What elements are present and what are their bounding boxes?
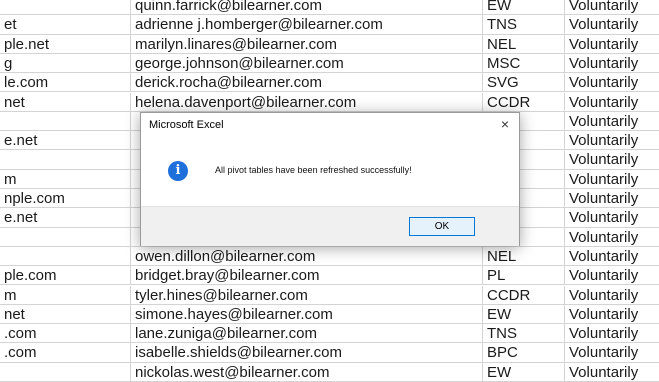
table-cell[interactable]: Voluntarily	[565, 324, 659, 343]
table-row: m tyler.hines@bilearner.com CCDR Voluntaril…	[0, 285, 659, 305]
table-row: le.com derick.rocha@bilearner.com SVG Volun…	[0, 73, 659, 93]
table-cell[interactable]: simone.hayes@bilearner.com	[131, 304, 483, 325]
table-cell[interactable]: EW	[483, 0, 565, 16]
table-cell[interactable]: nickolas.west@bilearner.com	[131, 362, 483, 382]
table-cell[interactable]: SVG	[483, 73, 565, 93]
table-cell[interactable]: Voluntarily	[565, 35, 659, 54]
table-cell[interactable]: Voluntarily	[565, 54, 659, 73]
table-cell[interactable]	[0, 111, 131, 132]
table-row: ple.com bridget.bray@bilearner.com PL Volun…	[0, 266, 659, 286]
table-cell[interactable]: helena.davenport@bilearner.com	[131, 92, 483, 112]
table-cell[interactable]: Voluntarily	[565, 208, 659, 227]
table-cell[interactable]: Voluntarily	[565, 150, 659, 169]
info-icon: i	[168, 161, 188, 181]
table-cell[interactable]: derick.rocha@bilearner.com	[131, 73, 483, 93]
table-cell[interactable]: Voluntarily	[565, 266, 659, 285]
dialog-title: Microsoft Excel	[149, 119, 224, 131]
table-cell[interactable]	[0, 362, 131, 382]
table-row: et adrienne j.homberger@bilearner.com TNS V…	[0, 15, 659, 35]
table-cell[interactable]: CCDR	[483, 92, 565, 112]
table-cell[interactable]: net	[0, 304, 131, 325]
table-cell[interactable]	[0, 150, 131, 170]
table-cell[interactable]: adrienne j.homberger@bilearner.com	[131, 15, 483, 35]
table-cell[interactable]: EW	[483, 304, 565, 325]
table-cell[interactable]: marilyn.linares@bilearner.com	[131, 34, 483, 54]
table-cell[interactable]: Voluntarily	[565, 286, 659, 305]
table-row: quinn.farrick@bilearner.com EW Voluntarily	[0, 0, 659, 16]
dialog-body: i All pivot tables have been refreshed s…	[141, 139, 519, 206]
ok-button[interactable]: OK	[409, 217, 475, 236]
table-cell[interactable]: e.net	[0, 208, 131, 228]
table-row: nickolas.west@bilearner.com EW Voluntarily	[0, 362, 659, 382]
table-cell[interactable]: Voluntarily	[565, 73, 659, 92]
table-cell[interactable]: .com	[0, 343, 131, 363]
table-cell[interactable]: TNS	[483, 324, 565, 344]
table-cell[interactable]: Voluntarily	[565, 112, 659, 131]
table-cell[interactable]: NEL	[483, 34, 565, 54]
table-cell[interactable]	[0, 0, 131, 16]
table-row: ple.net marilyn.linares@bilearner.com NEL V…	[0, 34, 659, 54]
table-cell[interactable]: e.net	[0, 131, 131, 151]
table-cell[interactable]: et	[0, 15, 131, 35]
table-cell[interactable]: ple.com	[0, 266, 131, 286]
table-cell[interactable]	[0, 227, 131, 247]
table-cell[interactable]: net	[0, 92, 131, 112]
table-cell[interactable]: Voluntarily	[565, 363, 659, 382]
table-cell[interactable]	[0, 246, 131, 267]
table-cell[interactable]: m	[0, 169, 131, 189]
table-row: net helena.davenport@bilearner.com CCDR Vol…	[0, 92, 659, 112]
table-cell[interactable]: TNS	[483, 15, 565, 35]
table-cell[interactable]: Voluntarily	[565, 131, 659, 150]
table-row: g george.johnson@bilearner.com MSC Voluntar…	[0, 53, 659, 74]
table-cell[interactable]: Voluntarily	[565, 170, 659, 189]
table-cell[interactable]: Voluntarily	[565, 247, 659, 266]
table-cell[interactable]: bridget.bray@bilearner.com	[131, 266, 483, 286]
table-cell[interactable]: Voluntarily	[565, 305, 659, 324]
table-cell[interactable]: m	[0, 285, 131, 305]
dialog-footer: OK	[141, 206, 519, 246]
table-cell[interactable]: MSC	[483, 53, 565, 74]
message-dialog: Microsoft Excel × i All pivot tables hav…	[140, 112, 520, 246]
table-cell[interactable]: g	[0, 53, 131, 74]
table-row: .com isabelle.shields@bilearner.com BPC Vol…	[0, 343, 659, 363]
table-cell[interactable]: NEL	[483, 246, 565, 267]
table-cell[interactable]: PL	[483, 266, 565, 286]
table-cell[interactable]: tyler.hines@bilearner.com	[131, 285, 483, 305]
table-row: net simone.hayes@bilearner.com EW Voluntari…	[0, 304, 659, 325]
table-cell[interactable]: le.com	[0, 73, 131, 93]
table-cell[interactable]: Voluntarily	[565, 93, 659, 112]
table-cell[interactable]: ple.net	[0, 34, 131, 54]
table-cell[interactable]: Voluntarily	[565, 228, 659, 247]
table-cell[interactable]: Voluntarily	[565, 0, 659, 15]
table-cell[interactable]: Voluntarily	[565, 189, 659, 208]
table-cell[interactable]: Voluntarily	[565, 15, 659, 34]
table-cell[interactable]: .com	[0, 324, 131, 344]
close-icon[interactable]: ×	[501, 116, 509, 132]
dialog-message: All pivot tables have been refreshed suc…	[215, 165, 412, 175]
table-cell[interactable]: EW	[483, 362, 565, 382]
table-cell[interactable]: nple.com	[0, 189, 131, 209]
table-cell[interactable]: george.johnson@bilearner.com	[131, 53, 483, 74]
table-cell[interactable]: BPC	[483, 343, 565, 363]
table-row: .com lane.zuniga@bilearner.com TNS Voluntar…	[0, 324, 659, 344]
table-cell[interactable]: Voluntarily	[565, 343, 659, 362]
table-row: owen.dillon@bilearner.com NEL Voluntarily	[0, 246, 659, 267]
table-cell[interactable]: CCDR	[483, 285, 565, 305]
table-cell[interactable]: lane.zuniga@bilearner.com	[131, 324, 483, 344]
table-cell[interactable]: quinn.farrick@bilearner.com	[131, 0, 483, 16]
table-cell[interactable]: owen.dillon@bilearner.com	[131, 246, 483, 267]
table-cell[interactable]: isabelle.shields@bilearner.com	[131, 343, 483, 363]
